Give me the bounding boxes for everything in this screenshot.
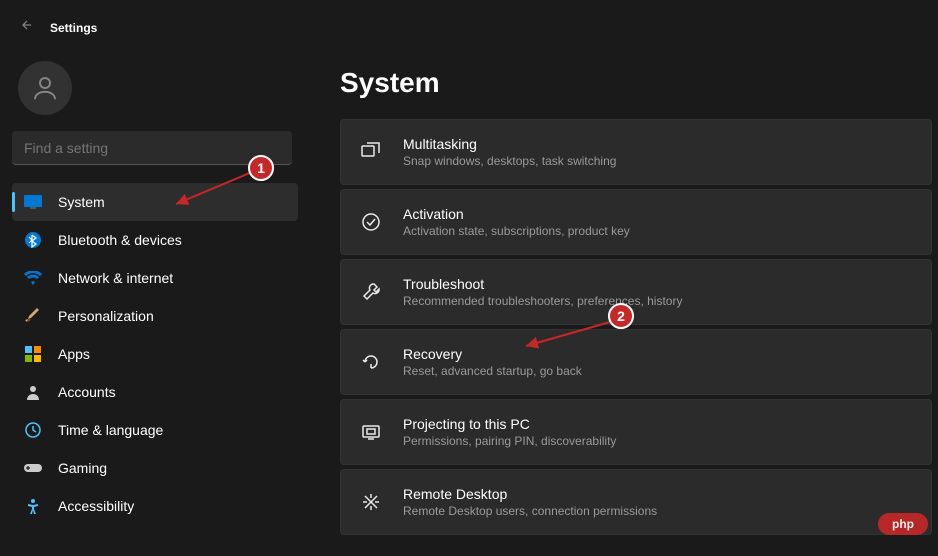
card-activation[interactable]: Activation Activation state, subscription… [340,189,932,255]
card-title: Projecting to this PC [403,416,616,432]
card-multitasking[interactable]: Multitasking Snap windows, desktops, task… [340,119,932,185]
card-title: Activation [403,206,630,222]
sidebar-item-label: Apps [58,346,90,362]
search-input[interactable] [12,131,292,165]
sidebar: System Bluetooth & devices Network & int… [0,45,310,556]
sidebar-item-gaming[interactable]: Gaming [12,449,298,487]
sidebar-item-apps[interactable]: Apps [12,335,298,373]
brush-icon [24,307,42,325]
sidebar-item-label: Network & internet [58,270,173,286]
card-remote-desktop[interactable]: Remote Desktop Remote Desktop users, conn… [340,469,932,535]
card-title: Troubleshoot [403,276,682,292]
card-subtitle: Permissions, pairing PIN, discoverabilit… [403,434,616,448]
sidebar-item-label: Personalization [58,308,154,324]
wrench-icon [359,282,383,302]
avatar[interactable] [18,61,72,115]
multitasking-icon [359,142,383,162]
card-projecting[interactable]: Projecting to this PC Permissions, pairin… [340,399,932,465]
sidebar-item-label: System [58,194,105,210]
card-subtitle: Activation state, subscriptions, product… [403,224,630,238]
sidebar-item-label: Time & language [58,422,163,438]
wifi-icon [24,269,42,287]
sidebar-item-label: Bluetooth & devices [58,232,182,248]
card-subtitle: Remote Desktop users, connection permiss… [403,504,657,518]
sidebar-item-accounts[interactable]: Accounts [12,373,298,411]
main-content: System Multitasking Snap windows, desktop… [310,45,938,556]
sidebar-item-label: Accessibility [58,498,134,514]
person-icon [24,383,42,401]
system-icon [24,193,42,211]
remote-desktop-icon [359,492,383,512]
card-troubleshoot[interactable]: Troubleshoot Recommended troubleshooters,… [340,259,932,325]
sidebar-item-personalization[interactable]: Personalization [12,297,298,335]
sidebar-item-bluetooth[interactable]: Bluetooth & devices [12,221,298,259]
sidebar-item-network[interactable]: Network & internet [12,259,298,297]
sidebar-item-system[interactable]: System [12,183,298,221]
accessibility-icon [24,497,42,515]
header-title: Settings [50,21,97,35]
page-title: System [340,67,932,99]
sidebar-item-time[interactable]: Time & language [12,411,298,449]
card-subtitle: Snap windows, desktops, task switching [403,154,616,168]
sidebar-item-accessibility[interactable]: Accessibility [12,487,298,525]
activation-icon [359,212,383,232]
sidebar-item-label: Gaming [58,460,107,476]
projecting-icon [359,422,383,442]
gamepad-icon [24,459,42,477]
clock-icon [24,421,42,439]
app-header: Settings [0,0,938,45]
card-title: Recovery [403,346,582,362]
watermark: php [878,513,928,535]
back-icon[interactable] [20,18,34,37]
card-subtitle: Recommended troubleshooters, preferences… [403,294,682,308]
card-subtitle: Reset, advanced startup, go back [403,364,582,378]
bluetooth-icon [24,231,42,249]
sidebar-item-label: Accounts [58,384,116,400]
card-title: Multitasking [403,136,616,152]
card-recovery[interactable]: Recovery Reset, advanced startup, go back [340,329,932,395]
apps-icon [24,345,42,363]
card-title: Remote Desktop [403,486,657,502]
recovery-icon [359,352,383,372]
